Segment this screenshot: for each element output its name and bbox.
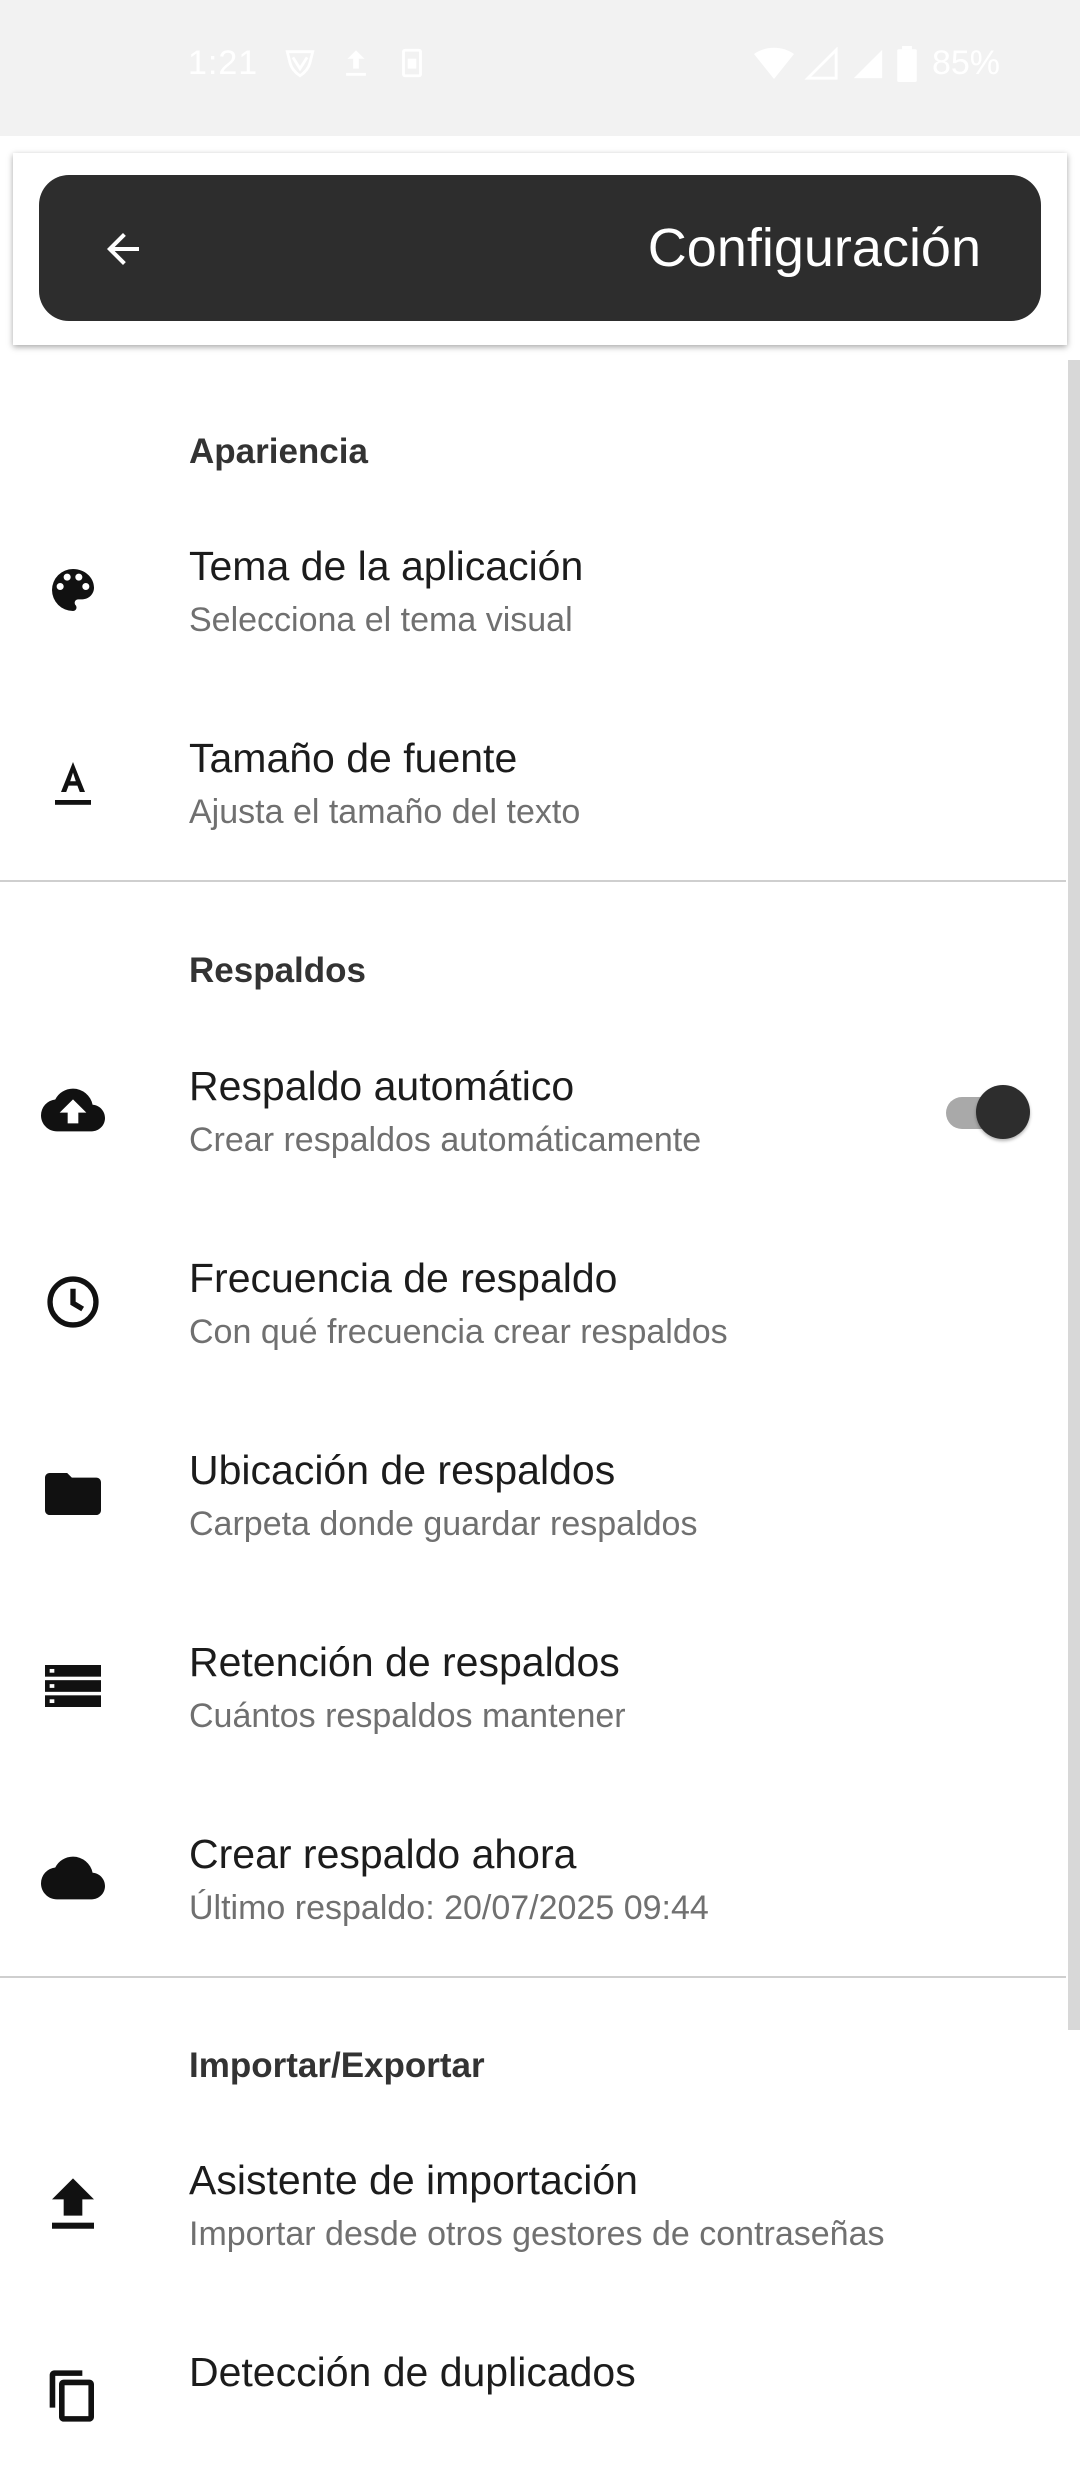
pref-title: Retención de respaldos [189, 1639, 620, 1685]
pref-backup-frequency[interactable]: Frecuencia de respaldo Con qué frecuenci… [0, 1207, 1066, 1397]
battery-icon [897, 45, 917, 82]
vpn-shield-icon [285, 50, 315, 78]
back-button[interactable] [87, 213, 159, 285]
auto-backup-switch[interactable] [946, 1079, 1030, 1141]
pref-summary: Carpeta donde guardar respaldos [189, 1505, 698, 1543]
pref-summary: Último respaldo: 20/07/2025 09:44 [189, 1889, 709, 1927]
pref-summary: Selecciona el tema visual [189, 601, 573, 639]
status-bar: 1:21 85% [0, 0, 1080, 136]
battery-percentage: 85% [931, 44, 1000, 82]
wifi-icon [753, 47, 794, 79]
folder-icon [40, 1461, 106, 1527]
app-bar-container: Configuración [13, 153, 1067, 345]
section-header-appearance: Apariencia [189, 432, 368, 471]
pref-title: Crear respaldo ahora [189, 1831, 577, 1877]
signal-icon-2 [853, 49, 883, 78]
pref-title: Ubicación de respaldos [189, 1447, 616, 1493]
pref-title: Respaldo automático [189, 1063, 575, 1109]
upload-icon [40, 2171, 106, 2237]
pref-import-wizard[interactable]: Asistente de importación Importar desde … [0, 2109, 1066, 2299]
pref-summary: Crear respaldos automáticamente [189, 1121, 702, 1159]
pref-font-size[interactable]: Tamaño de fuente Ajusta el tamaño del te… [0, 687, 1066, 877]
pref-summary: Ajusta el tamaño del texto [189, 793, 581, 831]
pref-backup-location[interactable]: Ubicación de respaldos Carpeta donde gua… [0, 1399, 1066, 1589]
pref-title: Asistente de importación [189, 2157, 638, 2203]
status-system-icons: 85% [753, 44, 1000, 83]
section-header-import-export: Importar/Exportar [189, 2046, 485, 2085]
pref-app-theme[interactable]: Tema de la aplicación Selecciona el tema… [0, 495, 1066, 685]
pref-auto-backup[interactable]: Respaldo automático Crear respaldos auto… [0, 1015, 1066, 1205]
copy-icon [40, 2363, 106, 2429]
switch-thumb [976, 1085, 1030, 1139]
status-time: 1:21 [188, 44, 259, 82]
cloud-upload-icon [40, 1077, 106, 1143]
pref-backup-now[interactable]: Crear respaldo ahora Último respaldo: 20… [0, 1783, 1066, 1973]
pref-summary: Cuántos respaldos mantener [189, 1697, 626, 1735]
signal-icon-1 [804, 46, 838, 80]
storage-list-icon [40, 1653, 106, 1719]
section-header-backups: Respaldos [189, 951, 366, 990]
pref-backup-retention[interactable]: Retención de respaldos Cuántos respaldos… [0, 1591, 1066, 1781]
section-divider [0, 1976, 1066, 1978]
upload-status-icon [346, 50, 366, 76]
pref-duplicate-detection[interactable]: Detección de duplicados [0, 2301, 1066, 2491]
palette-icon [40, 557, 106, 623]
scrollbar[interactable] [1068, 360, 1080, 2030]
pref-title: Frecuencia de respaldo [189, 1255, 618, 1301]
app-bar: Configuración [39, 175, 1041, 321]
cloud-icon [40, 1845, 106, 1911]
clock-icon [40, 1269, 106, 1335]
section-divider [0, 880, 1066, 882]
pref-title: Tamaño de fuente [189, 735, 518, 781]
pref-summary: Importar desde otros gestores de contras… [189, 2215, 885, 2253]
pref-title: Detección de duplicados [189, 2349, 636, 2395]
text-format-icon [40, 749, 106, 815]
sim-status-icon [402, 48, 422, 78]
arrow-back-icon [107, 233, 139, 265]
pref-title: Tema de la aplicación [189, 543, 584, 589]
status-notification-icons [283, 46, 429, 80]
pref-summary: Con qué frecuencia crear respaldos [189, 1313, 728, 1351]
page-title: Configuración [647, 218, 981, 278]
